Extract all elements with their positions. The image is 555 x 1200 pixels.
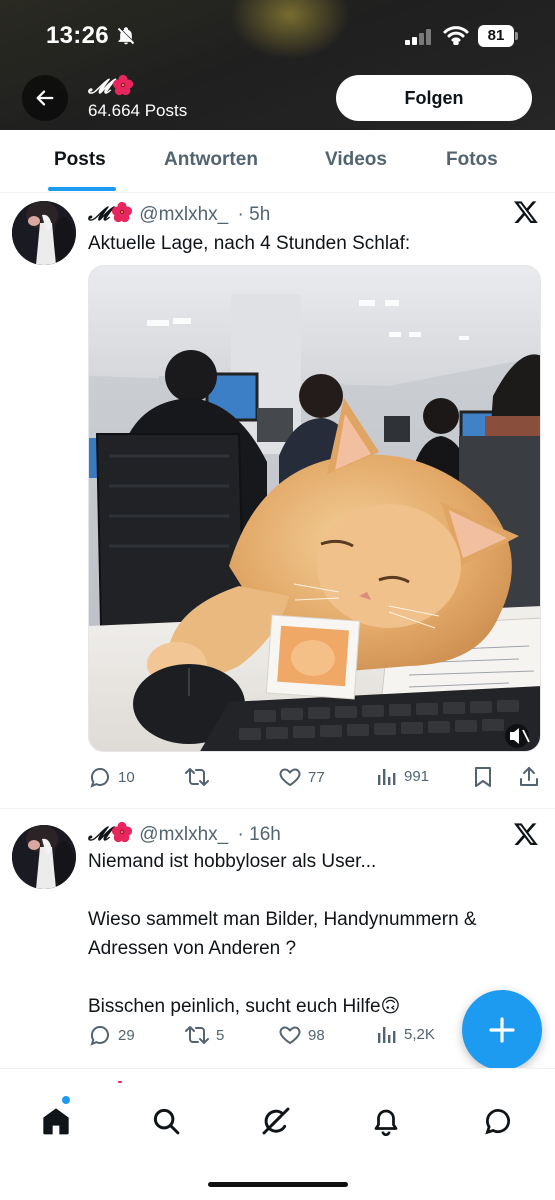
view-count: 5,2K <box>404 1025 435 1043</box>
post-media-image[interactable] <box>88 265 541 752</box>
views-button[interactable]: 5,2K <box>376 1023 435 1045</box>
follow-button[interactable]: Folgen <box>336 75 532 121</box>
views-chart-icon <box>378 769 396 785</box>
status-time: 13:26 <box>46 22 109 49</box>
like-count: 98 <box>308 1026 325 1044</box>
profile-name-text: 𝓜 <box>88 74 111 98</box>
battery-level: 81 <box>487 27 505 44</box>
grok-icon <box>262 1107 290 1135</box>
reply-count: 10 <box>118 768 135 786</box>
arrow-left-icon <box>36 90 54 106</box>
heart-icon <box>279 1026 301 1044</box>
repost-button[interactable] <box>184 765 216 789</box>
profile-post-count: 64.664 Posts <box>88 101 188 120</box>
avatar[interactable] <box>12 201 76 265</box>
search-icon <box>153 1108 180 1135</box>
hibiscus-emoji-icon <box>111 201 133 229</box>
reply-icon <box>90 1026 109 1046</box>
nav-grok[interactable] <box>256 1101 296 1141</box>
share-button[interactable] <box>517 765 541 789</box>
post-author-name: 𝓜 <box>88 203 110 225</box>
next-post-peek <box>118 1081 122 1083</box>
reply-button[interactable]: 29 <box>88 1023 135 1047</box>
post-item[interactable]: 𝓜 @mxlxhx_ · 5h Aktuelle Lage, nach 4 Stu… <box>0 193 555 808</box>
bell-icon <box>374 1109 398 1136</box>
battery-indicator: 81 <box>478 25 518 47</box>
repost-button[interactable]: 5 <box>184 1023 224 1047</box>
wifi-icon <box>443 25 469 50</box>
post-author-name: 𝓜 <box>88 823 110 845</box>
post-timestamp: · 5h <box>237 204 271 225</box>
profile-tabs: Posts Antworten Videos Fotos <box>0 130 555 193</box>
nav-home[interactable] <box>36 1101 76 1141</box>
cell-signal-icon <box>405 29 433 50</box>
post-text-blank-line <box>88 876 538 905</box>
tab-antworten[interactable]: Antworten <box>164 149 258 171</box>
active-tab-indicator <box>48 187 116 191</box>
silent-bell-icon <box>116 26 136 51</box>
nav-search[interactable] <box>146 1101 186 1141</box>
bookmark-icon <box>475 767 491 787</box>
post-author-handle[interactable]: @mxlxhx_ <box>139 204 228 225</box>
heart-icon <box>279 768 301 786</box>
bottom-navigation <box>0 1068 555 1200</box>
plus-icon <box>489 1017 515 1043</box>
reply-count: 29 <box>118 1026 135 1044</box>
profile-display-name: 𝓜 <box>88 74 134 101</box>
post-header: 𝓜 @mxlxhx_ · 16h <box>88 821 281 849</box>
view-count: 991 <box>404 767 430 785</box>
post-header: 𝓜 @mxlxhx_ · 5h <box>88 201 270 229</box>
repost-count: 5 <box>216 1026 225 1044</box>
repost-icon <box>185 1026 209 1044</box>
like-button[interactable]: 98 <box>278 1023 325 1047</box>
avatar[interactable] <box>12 825 76 889</box>
back-button[interactable] <box>22 75 68 121</box>
post-actions: 10 77 991 <box>88 765 543 791</box>
views-chart-icon <box>378 1027 396 1043</box>
post-text-line: Niemand ist hobbyloser als User... <box>88 851 377 872</box>
post-text: Aktuelle Lage, nach 4 Stunden Schlaf: <box>88 233 411 254</box>
bookmark-button[interactable] <box>472 765 494 789</box>
tab-fotos[interactable]: Fotos <box>446 149 498 171</box>
hibiscus-emoji-icon <box>111 821 133 849</box>
home-icon <box>43 1108 69 1135</box>
home-notification-dot <box>62 1096 70 1104</box>
home-indicator <box>208 1182 348 1187</box>
post-text: Niemand ist hobbyloser als User... Wieso… <box>88 847 538 1021</box>
compose-post-button[interactable] <box>462 990 542 1070</box>
chat-bubble-icon <box>485 1109 510 1135</box>
post-timestamp: · 16h <box>237 824 281 845</box>
profile-header: 13:26 81 𝓜 64.664 Posts Folgen <box>0 0 555 130</box>
views-button[interactable]: 991 <box>376 765 429 787</box>
reply-button[interactable]: 10 <box>88 765 135 789</box>
post-author-handle[interactable]: @mxlxhx_ <box>139 824 228 845</box>
post-text-line: Adressen von Anderen ? <box>88 938 297 959</box>
nav-messages[interactable] <box>478 1101 518 1141</box>
status-bar: 13:26 81 <box>0 0 555 70</box>
post-text-line: Wieso sammelt man Bilder, Handynummern & <box>88 909 477 930</box>
x-logo-icon <box>513 199 539 230</box>
like-button[interactable]: 77 <box>278 765 325 789</box>
hibiscus-emoji-icon <box>112 74 134 101</box>
repost-icon <box>185 768 209 786</box>
like-count: 77 <box>308 768 325 786</box>
tab-videos[interactable]: Videos <box>325 149 387 171</box>
reply-icon <box>90 768 109 788</box>
share-icon <box>520 767 538 786</box>
post-text-blank-line <box>88 963 538 992</box>
tab-posts[interactable]: Posts <box>54 149 106 171</box>
nav-notifications[interactable] <box>366 1101 406 1141</box>
